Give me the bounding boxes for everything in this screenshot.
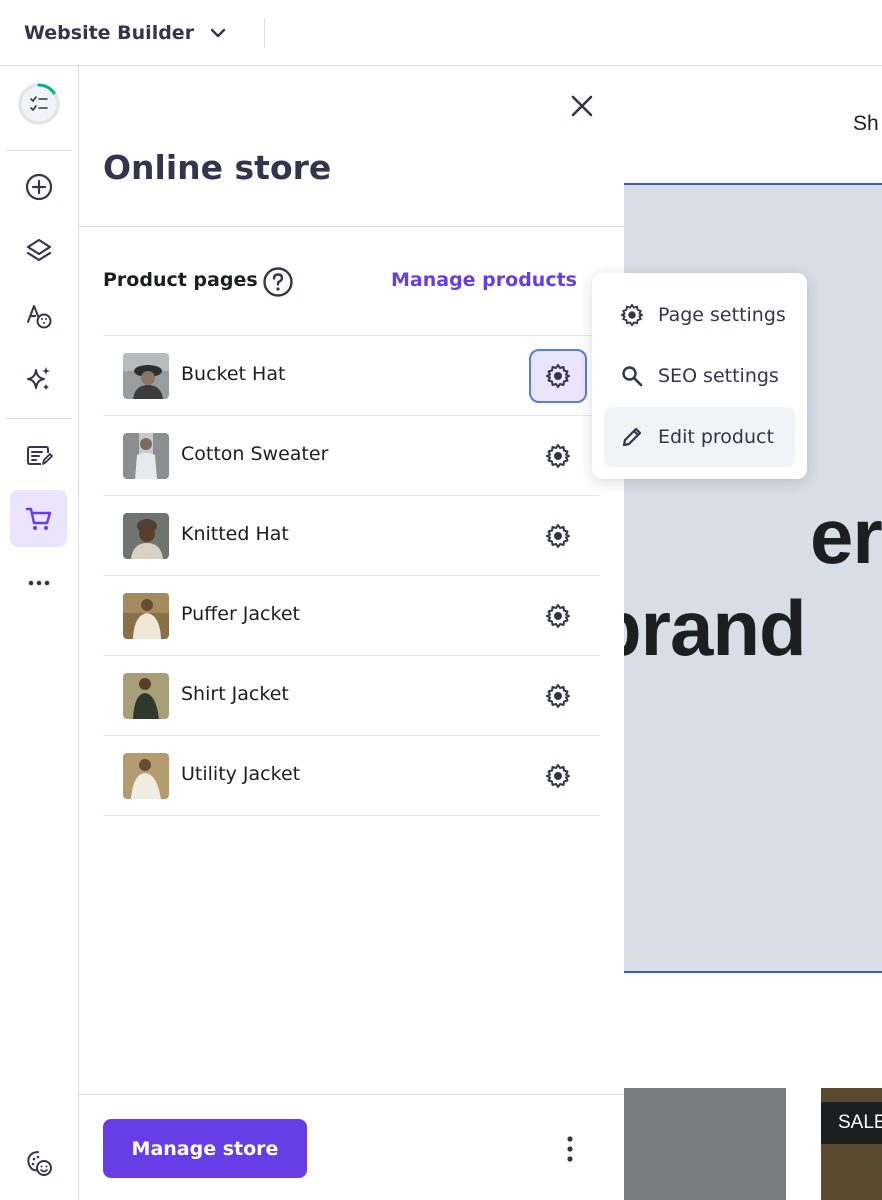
manage-products-link[interactable]: Manage products: [391, 269, 577, 291]
pencil-icon: [622, 427, 642, 447]
product-name: Knitted Hat: [181, 523, 289, 545]
hero-heading-line-1: er: [810, 492, 882, 580]
checklist-icon: [30, 96, 48, 112]
menu-item-seo-settings[interactable]: SEO settings: [604, 346, 795, 406]
plus-circle-icon: [25, 173, 52, 200]
menu-item-label: Page settings: [658, 304, 786, 326]
top-bar: Website Builder: [0, 0, 882, 66]
palette-icon: [26, 304, 51, 328]
layers-icon: [26, 238, 51, 261]
product-row[interactable]: Puffer Jacket: [103, 576, 600, 656]
manage-store-button[interactable]: Manage store: [103, 1119, 307, 1178]
product-row[interactable]: Cotton Sweater: [103, 416, 600, 496]
sale-badge: SALE: [821, 1102, 882, 1144]
close-panel-button[interactable]: [565, 89, 599, 123]
product-name: Bucket Hat: [181, 363, 286, 385]
product-list: Bucket Hat Cotton Sweater Knitted Hat Pu…: [103, 335, 600, 816]
product-thumbnail: [123, 593, 169, 639]
product-row[interactable]: Utility Jacket: [103, 736, 600, 816]
product-settings-button[interactable]: [529, 589, 587, 643]
ai-tools-button[interactable]: [10, 350, 67, 407]
gear-icon: [546, 444, 570, 468]
online-store-panel: Online store Product pages Manage produc…: [79, 66, 624, 1200]
product-thumbnail: [123, 673, 169, 719]
product-name: Utility Jacket: [181, 763, 301, 785]
help-icon[interactable]: [262, 266, 294, 298]
edit-document-icon: [26, 445, 53, 465]
gear-icon: [546, 604, 570, 628]
menu-item-label: SEO settings: [658, 365, 779, 387]
panel-divider: [79, 226, 624, 227]
gear-icon: [546, 684, 570, 708]
sparkle-icon: [26, 366, 50, 390]
menu-item-label: Edit product: [658, 426, 774, 448]
product-settings-button[interactable]: [529, 749, 587, 803]
product-thumbnail: [123, 433, 169, 479]
menu-item-edit-product[interactable]: Edit product: [604, 407, 795, 467]
product-row[interactable]: Shirt Jacket: [103, 656, 600, 736]
more-vertical-icon: [567, 1136, 573, 1162]
product-settings-button[interactable]: [529, 349, 587, 403]
online-store-button[interactable]: [10, 490, 67, 547]
cart-icon: [25, 507, 51, 530]
panel-footer-divider: [79, 1094, 624, 1095]
left-sidebar: [0, 66, 79, 1200]
menu-item-page-settings[interactable]: Page settings: [604, 285, 795, 345]
preview-product-image: [624, 1088, 786, 1200]
blog-button[interactable]: [10, 427, 67, 484]
product-thumbnail: [123, 353, 169, 399]
more-horizontal-icon: [28, 580, 49, 585]
panel-title: Online store: [103, 148, 332, 187]
product-name: Puffer Jacket: [181, 603, 300, 625]
more-tools-button[interactable]: [10, 554, 67, 611]
app-title: Website Builder: [24, 21, 195, 44]
rail-divider: [6, 418, 72, 419]
product-name: Shirt Jacket: [181, 683, 289, 705]
hero-heading-line-2: brand: [624, 584, 807, 672]
gear-icon: [546, 524, 570, 548]
search-icon: [622, 366, 643, 387]
product-settings-button[interactable]: [529, 669, 587, 723]
gear-icon: [546, 364, 570, 388]
cookie-icon: [26, 1150, 52, 1176]
product-settings-button[interactable]: [529, 429, 587, 483]
gear-icon: [620, 303, 644, 327]
product-row[interactable]: Knitted Hat: [103, 496, 600, 576]
layers-button[interactable]: [10, 222, 67, 279]
preview-nav-link: Sh: [853, 112, 879, 135]
product-settings-button[interactable]: [529, 509, 587, 563]
product-settings-menu: Page settings SEO settings Edit product: [592, 273, 807, 479]
topbar-divider: [264, 17, 266, 48]
checklist-progress-button[interactable]: [18, 83, 60, 125]
add-element-button[interactable]: [10, 158, 67, 215]
gear-icon: [546, 764, 570, 788]
product-row[interactable]: Bucket Hat: [103, 336, 600, 416]
product-name: Cotton Sweater: [181, 443, 329, 465]
cookie-consent-button[interactable]: [10, 1134, 67, 1191]
rail-divider: [6, 150, 72, 151]
app-title-dropdown[interactable]: Website Builder: [0, 0, 228, 66]
product-thumbnail: [123, 753, 169, 799]
chevron-down-icon: [210, 28, 226, 37]
close-icon: [571, 95, 593, 117]
product-thumbnail: [123, 513, 169, 559]
section-label: Product pages: [103, 269, 258, 291]
styles-button[interactable]: [10, 286, 67, 343]
website-preview[interactable]: Sh er brand SALE: [624, 66, 882, 1200]
more-options-button[interactable]: [554, 1130, 586, 1168]
